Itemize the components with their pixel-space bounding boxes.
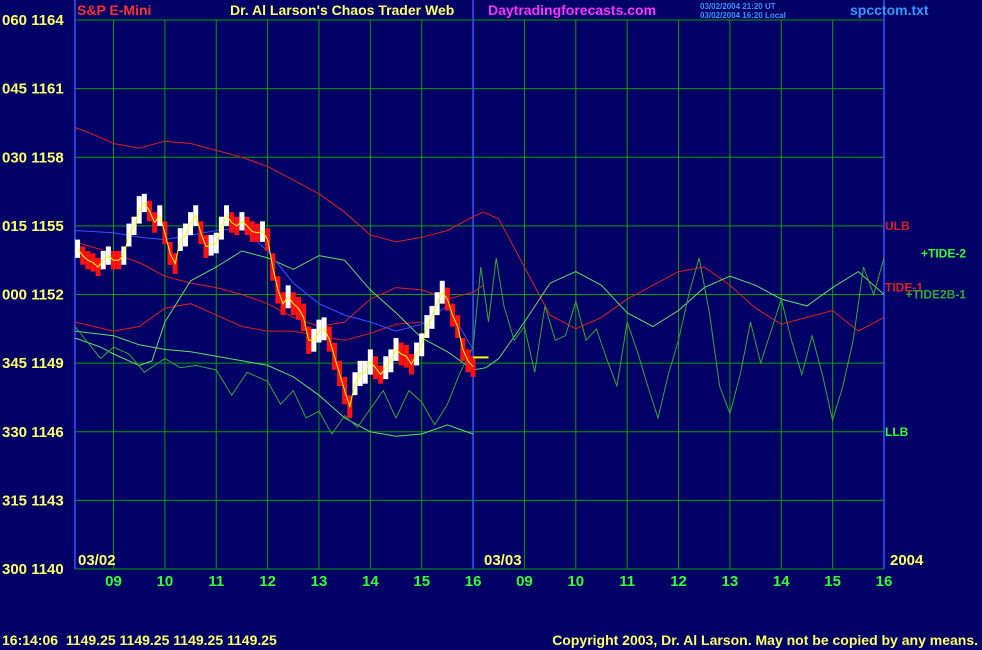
series-label: ULB xyxy=(885,219,910,233)
date-label-start: 03/02 xyxy=(78,552,116,569)
y-tick-label: 015 1155 xyxy=(2,218,64,235)
y-tick-label: 000 1152 xyxy=(2,287,64,304)
x-tick-label: 09 xyxy=(105,573,122,590)
price-bar xyxy=(75,239,81,258)
y-axis-labels: 060 1164 045 1161 030 1158 015 1155 000 1152… xyxy=(2,12,64,578)
data-filename: spcctom.txt xyxy=(850,2,929,18)
x-tick-label: 11 xyxy=(619,573,635,590)
x-tick-label: 16 xyxy=(876,573,893,590)
y-tick-label: 030 1158 xyxy=(2,149,64,166)
stamp-ut: 03/02/2004 21:20 UT xyxy=(700,2,776,11)
x-tick-label: 11 xyxy=(208,573,224,590)
x-tick-label: 12 xyxy=(670,573,687,590)
instrument-title: S&P E-Mini xyxy=(77,2,151,18)
x-tick-label: 10 xyxy=(567,573,584,590)
x-tick-label: 10 xyxy=(157,573,174,590)
price-readout: 16:14:06 1149.25 1149.25 1149.25 1149.25 xyxy=(2,632,277,648)
y-tick-label: 345 1149 xyxy=(2,355,64,372)
copyright-notice: Copyright 2003, Dr. Al Larson. May not b… xyxy=(552,632,978,648)
series-label: LLB xyxy=(885,425,909,439)
series-label: +TIDE2B-1 xyxy=(906,288,967,302)
chart-title: Dr. Al Larson's Chaos Trader Web xyxy=(230,2,454,18)
x-tick-label: 14 xyxy=(773,573,790,590)
x-tick-label: 16 xyxy=(465,573,482,590)
x-tick-label: 15 xyxy=(824,573,841,590)
x-tick-label: 15 xyxy=(413,573,430,590)
stamp-local: 03/02/2004 16:20 Local xyxy=(700,11,786,20)
series-label: +TIDE-2 xyxy=(921,246,966,260)
y-tick-label: 060 1164 xyxy=(2,12,64,29)
y-tick-label: 330 1146 xyxy=(2,424,64,441)
x-tick-label: 12 xyxy=(259,573,276,590)
y-tick-label: 045 1161 xyxy=(2,81,64,98)
site-link[interactable]: Daytradingforecasts.com xyxy=(488,2,656,18)
chaos-trader-chart: 060 1164 045 1161 030 1158 015 1155 000 1152… xyxy=(0,0,982,650)
y-tick-label: 300 1140 xyxy=(2,561,64,578)
x-tick-label: 13 xyxy=(311,573,328,590)
x-tick-label: 13 xyxy=(722,573,739,590)
year-label: 2004 xyxy=(890,552,924,569)
x-tick-label: 14 xyxy=(362,573,379,590)
date-label-next: 03/03 xyxy=(484,552,522,569)
y-tick-label: 315 1143 xyxy=(2,492,64,509)
x-tick-label: 09 xyxy=(516,573,533,590)
